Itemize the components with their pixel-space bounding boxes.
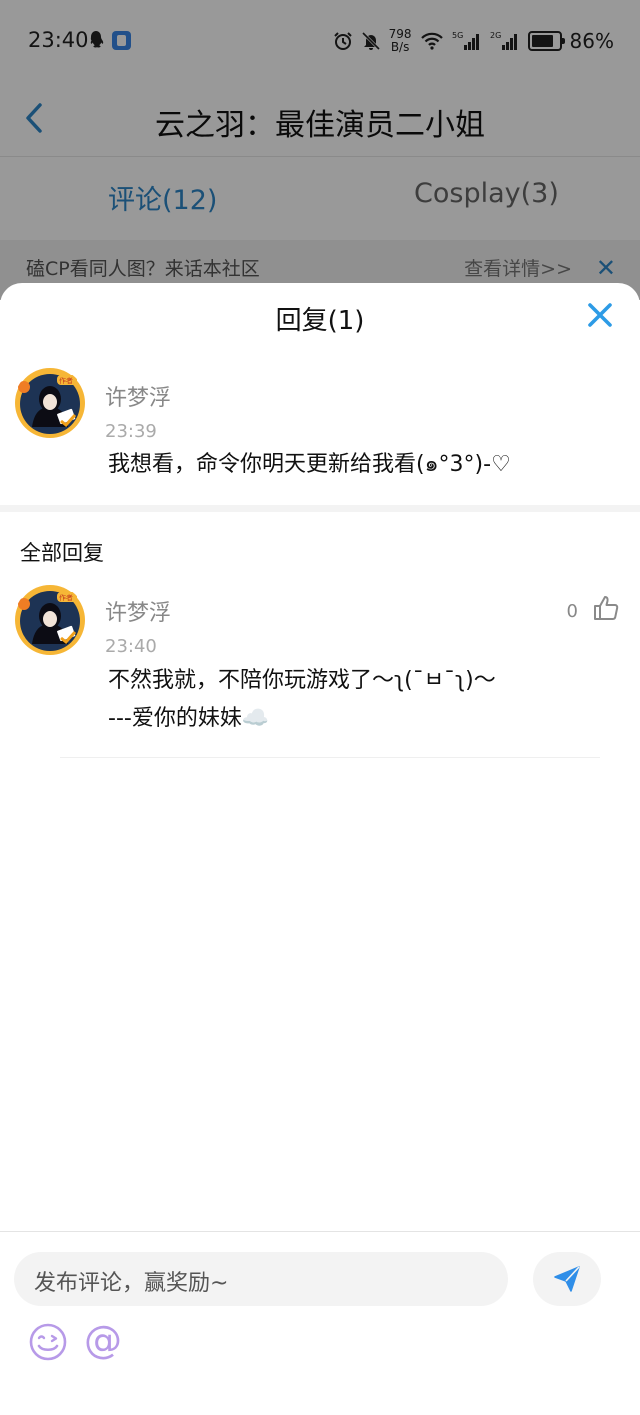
reply-text-line1: 不然我就，不陪你玩游戏了～ʅ(¯ㅂ¯ʅ)～	[108, 668, 496, 693]
like-count: 0	[566, 601, 578, 622]
comment-input-placeholder: 发布评论，赢奖励~	[34, 1271, 229, 1296]
reply-author[interactable]: 许梦浮	[105, 595, 171, 627]
section-divider	[0, 505, 640, 512]
thumbs-up-icon[interactable]	[592, 594, 620, 622]
comment-author[interactable]: 许梦浮	[105, 380, 171, 412]
sheet-title: 回复(1)	[275, 306, 365, 336]
all-replies-heading: 全部回复	[20, 541, 104, 565]
comment-time: 23:39	[105, 421, 157, 442]
emoji-icon[interactable]	[28, 1322, 68, 1362]
svg-text:作者: 作者	[59, 376, 73, 385]
send-icon	[554, 1266, 580, 1292]
comment-text: 我想看，命令你明天更新给我看(๑°3°)-♡	[108, 452, 511, 477]
comment-composer: 发布评论，赢奖励~ @	[0, 1231, 640, 1415]
close-icon[interactable]	[584, 299, 616, 331]
reply-text-line2: ---爱你的妹妹☁️	[108, 706, 270, 731]
svg-text:作者: 作者	[59, 593, 73, 602]
mention-at-icon[interactable]: @	[84, 1316, 122, 1364]
avatar[interactable]: 作者	[14, 584, 86, 656]
send-button[interactable]	[533, 1252, 601, 1306]
comment-input[interactable]: 发布评论，赢奖励~	[14, 1252, 508, 1306]
reply-time: 23:40	[105, 636, 157, 657]
reply-divider	[60, 757, 600, 758]
modal-overlay[interactable]	[0, 0, 640, 300]
avatar[interactable]: 作者	[14, 367, 86, 439]
